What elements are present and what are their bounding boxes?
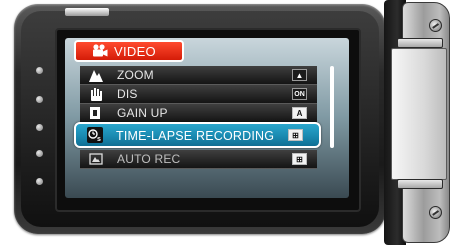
movie-camera-icon <box>93 44 108 57</box>
gain-up-icon <box>90 107 100 119</box>
auto-rec-icon <box>89 153 103 165</box>
menu-scrollbar[interactable] <box>330 66 334 148</box>
menu-item-time-lapse-recording[interactable]: s TIME-LAPSE RECORDING ⊞ <box>74 122 321 148</box>
menu-header-tab[interactable]: VIDEO <box>74 40 184 62</box>
menu-item-label: GAIN UP <box>117 106 168 120</box>
screw-icon <box>429 206 442 219</box>
indicator-dot <box>36 178 43 185</box>
hinge-slot-bottom <box>397 179 443 189</box>
time-lapse-icon: s <box>87 127 103 143</box>
zoom-icon <box>89 70 103 82</box>
indicator-dot <box>36 96 43 103</box>
menu-item-value: ON <box>292 88 307 100</box>
camera-top-tab <box>65 8 109 16</box>
menu-item-label: DIS <box>117 87 138 101</box>
svg-text:s: s <box>97 136 101 143</box>
menu-item-value: A <box>292 107 307 119</box>
menu-title: VIDEO <box>114 43 156 59</box>
menu-item-zoom[interactable]: ZOOM ▲ <box>80 66 317 85</box>
menu-item-label: AUTO REC <box>117 152 181 166</box>
hinge-plate <box>391 48 447 180</box>
menu-item-gain-up[interactable]: GAIN UP A <box>80 104 317 123</box>
menu-item-dis[interactable]: DIS ON <box>80 85 317 104</box>
dis-hand-icon <box>91 88 102 101</box>
menu-item-value: ⊞ <box>292 153 307 165</box>
menu-item-value: ⊞ <box>288 129 303 141</box>
menu-item-label: ZOOM <box>117 68 154 82</box>
menu-item-label: TIME-LAPSE RECORDING <box>116 129 275 143</box>
hinge-slot-top <box>397 38 443 48</box>
indicator-dot <box>36 150 43 157</box>
indicator-dot <box>36 124 43 131</box>
indicator-dot <box>36 67 43 74</box>
menu-item-auto-rec[interactable]: AUTO REC ⊞ <box>80 150 317 169</box>
screw-icon <box>429 19 442 32</box>
menu-item-value: ▲ <box>292 69 307 81</box>
